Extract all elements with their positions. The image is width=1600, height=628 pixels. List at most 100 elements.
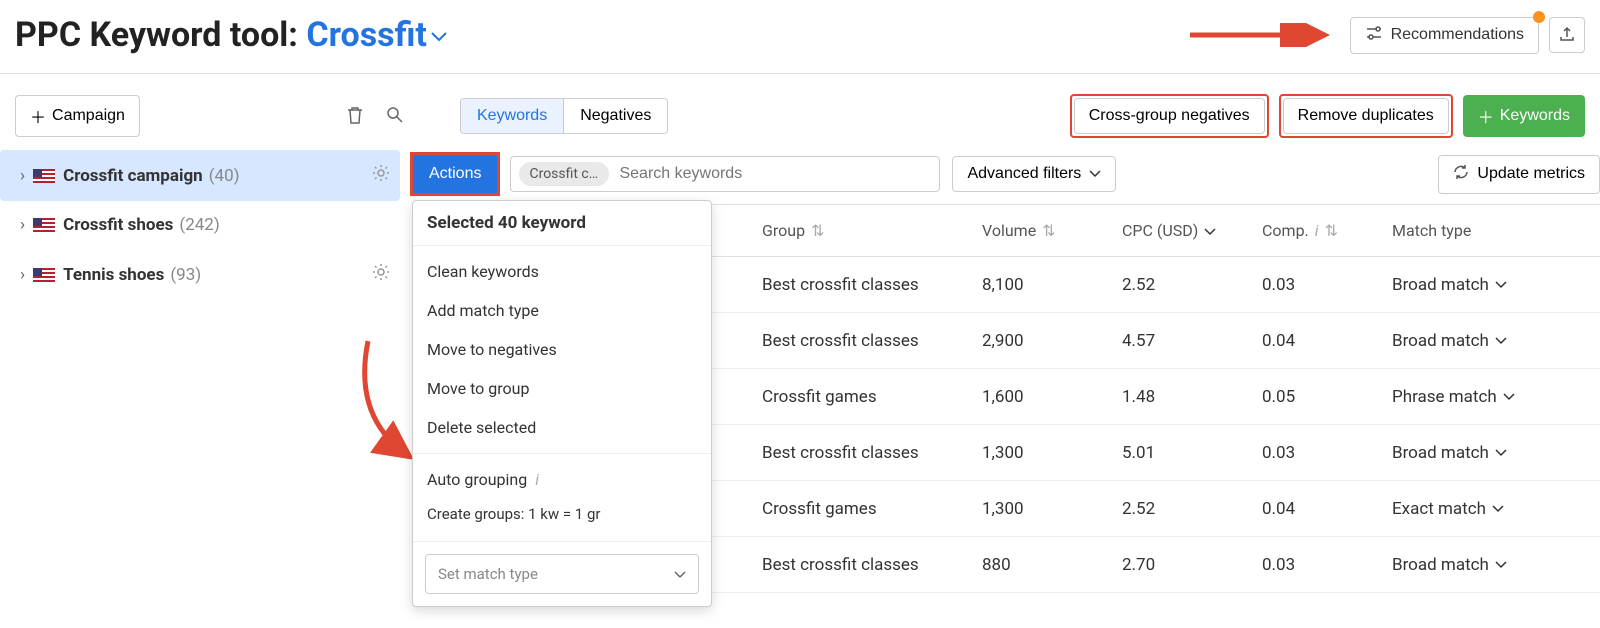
cell-group: Crossfit games: [752, 485, 972, 533]
chevron-down-icon: [1503, 393, 1515, 401]
page-title: PPC Keyword tool: Crossfit: [15, 15, 447, 55]
sort-icon: ⇅: [811, 221, 824, 240]
remove-duplicates-button[interactable]: Remove duplicates: [1283, 98, 1449, 134]
advanced-filters-button[interactable]: Advanced filters: [952, 156, 1116, 192]
cell-volume: 2,900: [972, 317, 1112, 365]
chevron-down-icon: [1495, 337, 1507, 345]
sidebar-item-count: (40): [209, 166, 240, 186]
sidebar-item-tennis-shoes[interactable]: › Tennis shoes (93): [0, 249, 400, 300]
advanced-filters-label: Advanced filters: [967, 165, 1081, 183]
cell-cpc: 1.48: [1112, 373, 1252, 421]
plus-icon: ＋: [1478, 104, 1494, 128]
add-campaign-button[interactable]: ＋ Campaign: [15, 95, 140, 137]
search-icon: [386, 112, 404, 127]
sidebar-item-crossfit-campaign[interactable]: › Crossfit campaign (40): [0, 150, 400, 201]
actions-button[interactable]: Actions: [412, 154, 498, 194]
auto-grouping-label: Auto grouping: [427, 470, 527, 489]
match-label: Broad match: [1392, 555, 1489, 575]
cell-comp: 0.03: [1252, 429, 1382, 477]
action-move-negatives[interactable]: Move to negatives: [413, 330, 711, 369]
sliders-icon: [1365, 26, 1383, 45]
update-metrics-button[interactable]: Update metrics: [1438, 155, 1600, 194]
cell-match[interactable]: Phrase match: [1382, 373, 1600, 421]
export-button[interactable]: [1549, 17, 1585, 53]
tab-keywords[interactable]: Keywords: [461, 99, 564, 133]
cross-group-negatives-button[interactable]: Cross-group negatives: [1074, 98, 1265, 134]
project-name[interactable]: Crossfit: [306, 15, 427, 55]
cell-comp: 0.03: [1252, 541, 1382, 589]
refresh-icon: [1453, 164, 1469, 185]
info-icon: i: [1315, 221, 1319, 240]
main-toolbar: Actions Selected 40 keyword Clean keywor…: [412, 150, 1600, 204]
title-prefix: PPC Keyword tool:: [15, 15, 306, 55]
add-keywords-label: Keywords: [1500, 107, 1570, 125]
info-icon: i: [535, 470, 539, 489]
col-cpc[interactable]: CPC (USD): [1112, 205, 1252, 256]
cell-match[interactable]: Broad match: [1382, 317, 1600, 365]
cell-match[interactable]: Exact match: [1382, 485, 1600, 533]
actions-dropdown-header: Selected 40 keyword: [413, 201, 711, 246]
cell-volume: 8,100: [972, 261, 1112, 309]
cell-volume: 1,600: [972, 373, 1112, 421]
tab-negatives[interactable]: Negatives: [564, 99, 667, 133]
action-auto-grouping[interactable]: Auto grouping i: [413, 460, 711, 499]
action-add-match-type[interactable]: Add match type: [413, 291, 711, 330]
sidebar-item-label: Crossfit shoes: [63, 215, 173, 235]
gear-icon[interactable]: [372, 263, 390, 286]
match-label: Broad match: [1392, 331, 1489, 351]
cell-group: Best crossfit classes: [752, 541, 972, 589]
flag-us-icon: [33, 218, 55, 232]
chevron-right-icon: ›: [20, 215, 25, 235]
flag-us-icon: [33, 268, 55, 282]
cell-cpc: 2.52: [1112, 485, 1252, 533]
actions-dropdown: Selected 40 keyword Clean keywords Add m…: [412, 200, 712, 607]
notification-dot-icon: [1533, 11, 1545, 23]
cell-cpc: 2.70: [1112, 541, 1252, 589]
col-group[interactable]: Group⇅: [752, 205, 972, 256]
sidebar-item-label: Tennis shoes: [63, 265, 164, 285]
search-keywords[interactable]: Crossfit ca…: [510, 156, 940, 192]
col-comp[interactable]: Comp.i⇅: [1252, 205, 1382, 256]
page-header: PPC Keyword tool: Crossfit Recommendatio…: [0, 0, 1600, 74]
plus-icon: ＋: [30, 104, 46, 128]
cross-group-highlight: Cross-group negatives: [1070, 94, 1269, 138]
set-match-type-select[interactable]: Set match type: [425, 554, 699, 594]
update-metrics-label: Update metrics: [1477, 165, 1585, 183]
search-input[interactable]: [615, 161, 931, 187]
match-label: Broad match: [1392, 275, 1489, 295]
search-button[interactable]: [380, 100, 410, 133]
sidebar-item-crossfit-shoes[interactable]: › Crossfit shoes (242): [0, 201, 400, 249]
col-volume[interactable]: Volume⇅: [972, 205, 1112, 256]
col-match[interactable]: Match type: [1382, 205, 1600, 256]
add-keywords-button[interactable]: ＋ Keywords: [1463, 95, 1585, 137]
cell-volume: 1,300: [972, 429, 1112, 477]
cell-group: Crossfit games: [752, 373, 972, 421]
action-clean-keywords[interactable]: Clean keywords: [413, 252, 711, 291]
remove-duplicates-highlight: Remove duplicates: [1279, 94, 1453, 138]
cell-match[interactable]: Broad match: [1382, 541, 1600, 589]
gear-icon[interactable]: [372, 164, 390, 187]
action-delete-selected[interactable]: Delete selected: [413, 408, 711, 447]
match-label: Exact match: [1392, 499, 1486, 519]
campaigns-sidebar: › Crossfit campaign (40) › Crossfit shoe…: [0, 150, 400, 593]
cell-group: Best crossfit classes: [752, 261, 972, 309]
chevron-down-icon: [674, 565, 686, 583]
cell-cpc: 5.01: [1112, 429, 1252, 477]
cell-match[interactable]: Broad match: [1382, 429, 1600, 477]
action-move-group[interactable]: Move to group: [413, 369, 711, 408]
cell-volume: 880: [972, 541, 1112, 589]
recommendations-button[interactable]: Recommendations: [1350, 17, 1539, 54]
search-chip[interactable]: Crossfit ca…: [519, 162, 609, 186]
match-label: Broad match: [1392, 443, 1489, 463]
toolbar: ＋ Campaign Keywords Negatives Cross-grou…: [0, 74, 1600, 150]
chevron-down-icon: [1089, 165, 1101, 183]
sidebar-item-count: (93): [170, 265, 201, 285]
cell-match[interactable]: Broad match: [1382, 261, 1600, 309]
recommendations-label: Recommendations: [1391, 26, 1524, 44]
main-layout: › Crossfit campaign (40) › Crossfit shoe…: [0, 150, 1600, 593]
cell-group: Best crossfit classes: [752, 317, 972, 365]
match-label: Phrase match: [1392, 387, 1497, 407]
cell-comp: 0.04: [1252, 485, 1382, 533]
project-chevron-icon[interactable]: [431, 15, 447, 55]
trash-button[interactable]: [340, 99, 370, 134]
